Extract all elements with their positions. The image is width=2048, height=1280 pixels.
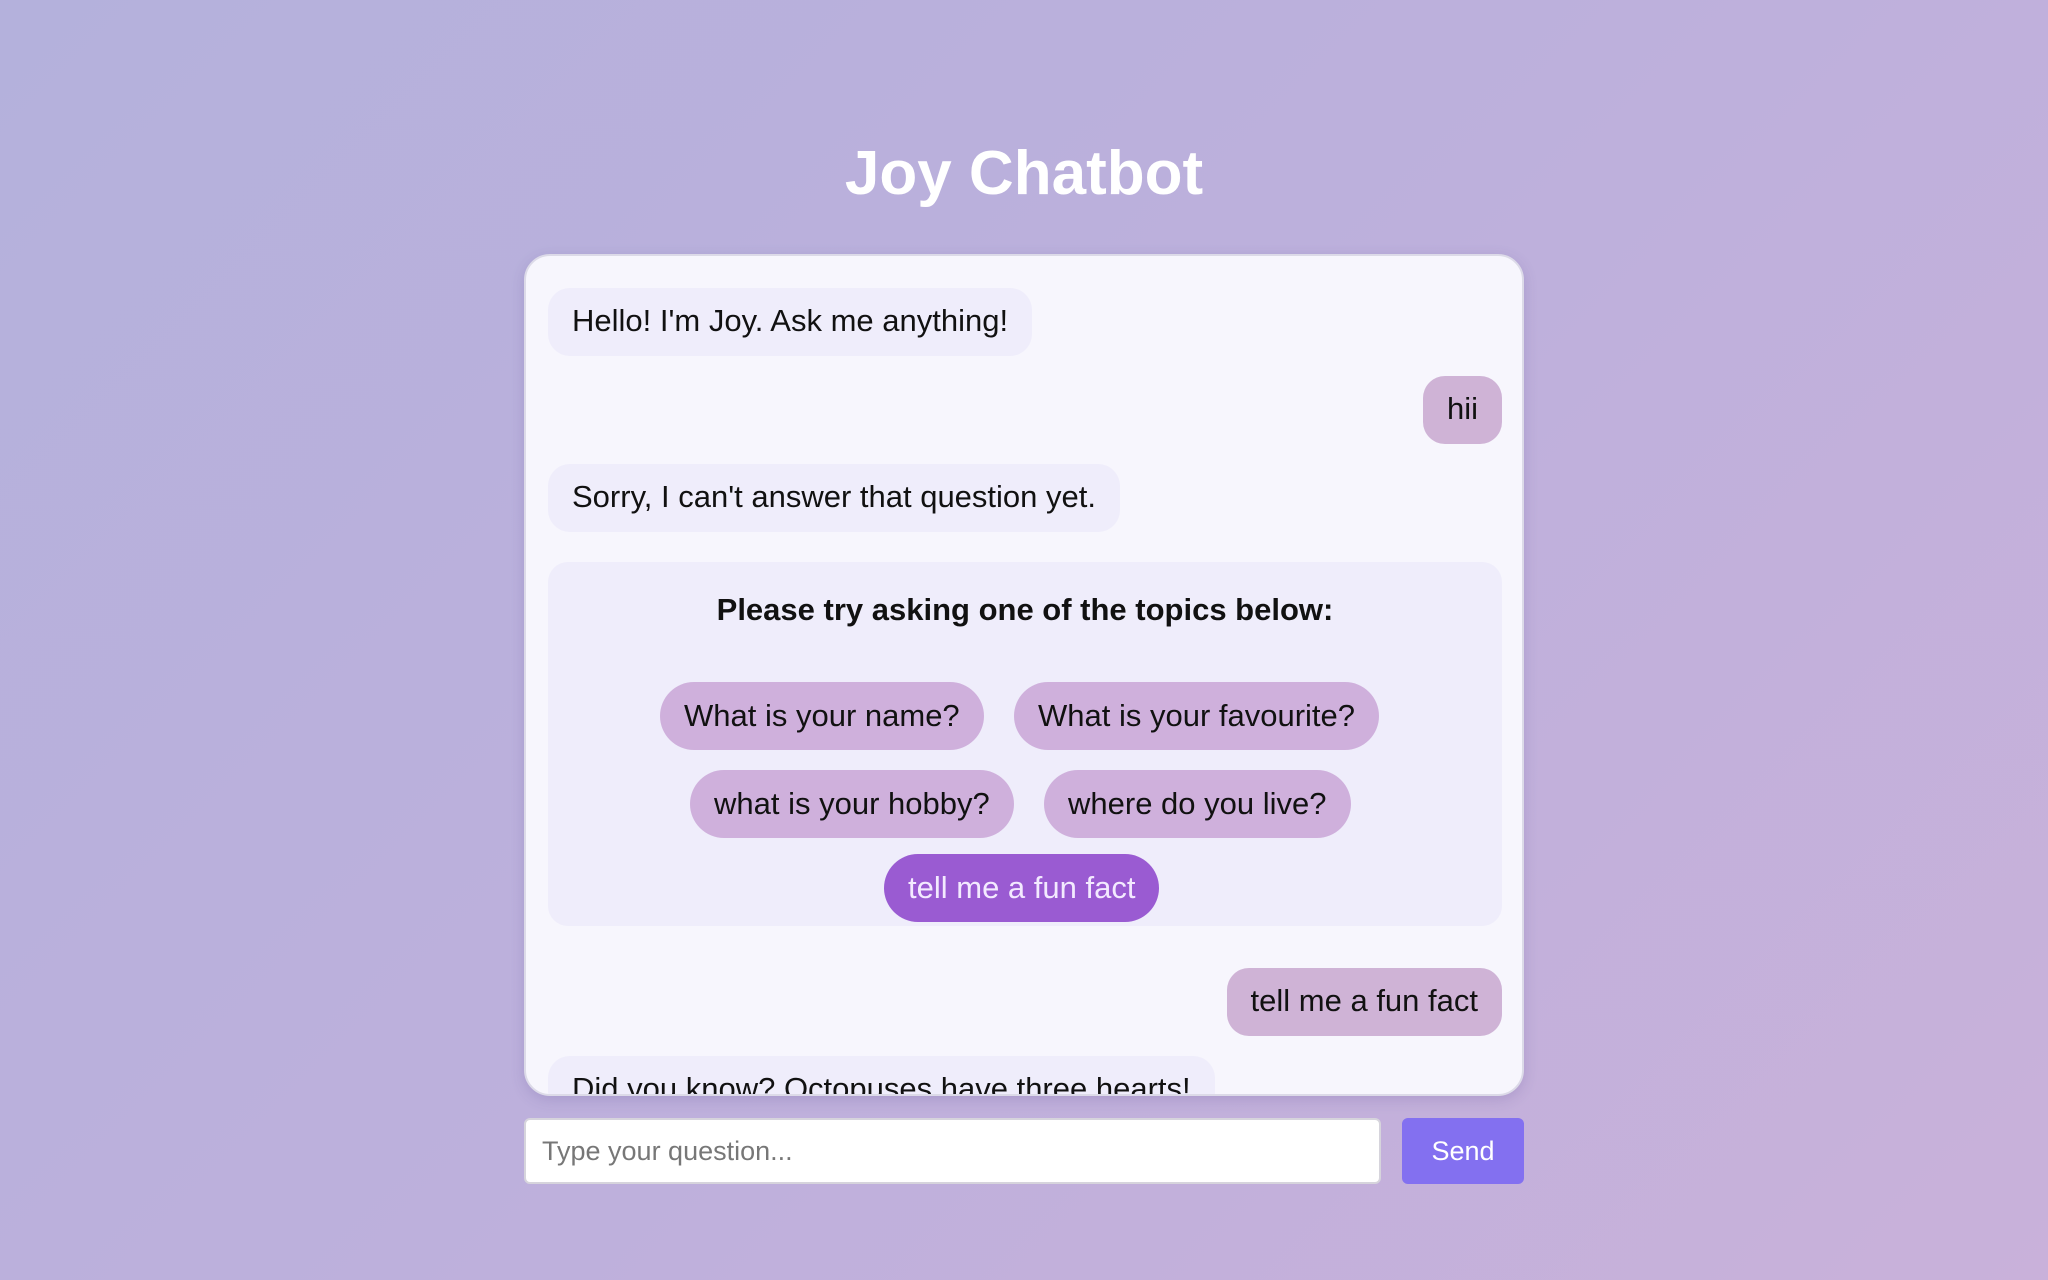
topic-chip-live[interactable]: where do you live? <box>1044 770 1351 838</box>
topic-chip-fun-fact[interactable]: tell me a fun fact <box>884 854 1160 922</box>
user-message: hii <box>1422 376 1502 444</box>
question-input[interactable] <box>524 1118 1381 1184</box>
topic-chip-name[interactable]: What is your name? <box>660 682 984 750</box>
topic-chip-favourite[interactable]: What is your favourite? <box>1014 682 1380 750</box>
topic-suggestions: Please try asking one of the topics belo… <box>548 562 1502 926</box>
send-button[interactable]: Send <box>1402 1118 1524 1184</box>
page-title: Joy Chatbot <box>844 139 1204 208</box>
bot-message: Sorry, I can't answer that question yet. <box>548 464 1120 532</box>
chat-window[interactable]: Hello! I'm Joy. Ask me anything! hii Sor… <box>524 254 1524 1096</box>
topic-chip-hobby[interactable]: what is your hobby? <box>690 770 1014 838</box>
message-list: Hello! I'm Joy. Ask me anything! hii Sor… <box>526 256 1522 1094</box>
user-message: tell me a fun fact <box>1226 968 1502 1036</box>
topic-suggestions-heading: Please try asking one of the topics belo… <box>716 592 1334 627</box>
bot-message: Did you know? Octopuses have three heart… <box>548 1056 1215 1094</box>
bot-message: Hello! I'm Joy. Ask me anything! <box>548 288 1033 356</box>
input-row: Send <box>524 1118 1524 1184</box>
